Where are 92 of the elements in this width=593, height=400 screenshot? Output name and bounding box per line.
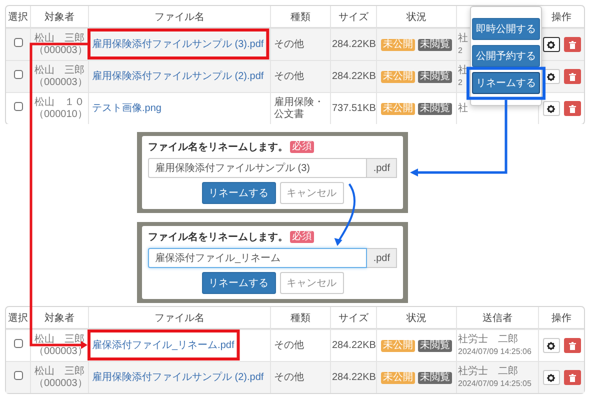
sent-date: 2 xyxy=(458,76,462,88)
column-header: 対象者 xyxy=(44,312,74,324)
rename-button[interactable]: リネームする xyxy=(202,272,276,294)
file-size: 284.22KB xyxy=(332,372,376,382)
status-badge: 未閲覧 xyxy=(418,70,452,82)
menu-button[interactable]: 即時公開する xyxy=(472,18,540,40)
cancel-button[interactable]: キャンセル xyxy=(280,182,344,204)
gear-icon xyxy=(547,40,555,48)
column-header: ファイル名 xyxy=(154,312,204,324)
person-name: （000003） xyxy=(34,76,85,88)
status-badge: 未閲覧 xyxy=(418,102,452,114)
person-name: 松山 三郎 xyxy=(34,64,85,76)
menu-button[interactable]: 公開予約する xyxy=(472,44,540,67)
column-header: 操作 xyxy=(552,12,572,22)
gear-icon xyxy=(547,72,555,80)
rename-button[interactable]: リネームする xyxy=(202,182,276,204)
delete-button[interactable] xyxy=(564,37,580,52)
column-header: 選択 xyxy=(8,312,28,324)
sender-name: 社労士 二郎 xyxy=(458,334,518,346)
extension-label: .pdf xyxy=(367,248,397,268)
gear-icon xyxy=(547,374,555,382)
required-badge: 必須 xyxy=(290,231,314,243)
file-size: 284.22KB xyxy=(332,70,376,82)
gear-icon xyxy=(547,342,555,350)
settings-button[interactable] xyxy=(542,37,560,52)
status-badge: 未閲覧 xyxy=(418,38,452,50)
column-header: 操作 xyxy=(552,312,572,324)
column-header: サイズ xyxy=(338,12,368,22)
file-type: その他 xyxy=(274,372,305,384)
column-header: 種類 xyxy=(290,12,310,22)
filename-field[interactable]: 雇保添付ファイル_リネーム xyxy=(148,248,368,268)
gear-icon xyxy=(547,104,555,112)
sender-name: 社 xyxy=(458,64,468,76)
filename-field[interactable]: 雇用保険添付ファイルサンプル (3) xyxy=(148,158,368,178)
delete-button[interactable] xyxy=(564,101,580,116)
person-name: 松山 三郎 xyxy=(34,366,85,378)
person-name: （000003） xyxy=(34,44,85,56)
file-link[interactable]: 雇保添付ファイル_リネーム.pdf xyxy=(92,340,234,350)
person-name: （000010） xyxy=(34,108,85,120)
required-badge: 必須 xyxy=(290,141,314,153)
status-badge: 未公開 xyxy=(381,340,415,352)
checkbox[interactable] xyxy=(14,38,22,47)
dialog-title: ファイル名をリネームします。 xyxy=(148,230,288,244)
sender-name: 社 xyxy=(458,32,468,44)
sender-name: 社労士 二郎 xyxy=(458,366,518,378)
file-link[interactable]: テスト画像.png xyxy=(92,102,162,114)
file-type: その他 xyxy=(274,70,305,82)
dialog-title: ファイル名をリネームします。 xyxy=(148,140,288,154)
sent-date: 2024/07/09 14:25:06 xyxy=(458,346,532,358)
sent-date: 2 xyxy=(458,44,462,56)
status-badge: 未閲覧 xyxy=(418,372,452,384)
file-size: 284.22KB xyxy=(332,340,376,350)
menu-button[interactable]: リネームする xyxy=(472,72,540,94)
trash-icon xyxy=(568,40,576,48)
column-header: 状況 xyxy=(406,312,426,324)
file-size: 737.51KB xyxy=(332,102,376,114)
column-header: 送信者 xyxy=(482,312,512,324)
sender-name: 社 xyxy=(458,102,468,114)
status-badge: 未公開 xyxy=(381,102,415,114)
status-badge: 未公開 xyxy=(381,372,415,384)
column-header: サイズ xyxy=(338,312,368,324)
checkbox[interactable] xyxy=(14,339,22,348)
delete-button[interactable] xyxy=(564,370,580,385)
sent-date: 2024/07/09 14:25:05 xyxy=(458,378,532,390)
cancel-button[interactable]: キャンセル xyxy=(280,272,344,294)
person-name: （000003） xyxy=(34,346,85,358)
status-badge: 未閲覧 xyxy=(418,340,452,352)
column-header: 選択 xyxy=(8,12,28,22)
column-header: 種類 xyxy=(290,312,310,324)
status-badge: 未公開 xyxy=(381,70,415,82)
person-name: 松山 三郎 xyxy=(34,334,85,346)
file-type: その他 xyxy=(274,38,305,50)
trash-icon xyxy=(568,374,576,382)
column-header: 状況 xyxy=(406,12,426,22)
person-name: 松山 １０ xyxy=(34,96,85,108)
trash-icon xyxy=(568,104,576,112)
file-type: 雇用保険・公文書 xyxy=(274,96,325,120)
column-header: 対象者 xyxy=(44,12,74,22)
person-name: 松山 三郎 xyxy=(34,32,85,44)
person-name: （000003） xyxy=(34,378,85,390)
delete-button[interactable] xyxy=(564,69,580,84)
column-header: ファイル名 xyxy=(154,12,204,22)
checkbox[interactable] xyxy=(14,371,22,380)
trash-icon xyxy=(568,72,576,80)
delete-button[interactable] xyxy=(564,338,580,353)
checkbox[interactable] xyxy=(14,70,22,79)
file-type: その他 xyxy=(274,340,305,352)
extension-label: .pdf xyxy=(367,158,397,178)
file-size: 284.22KB xyxy=(332,38,376,50)
status-badge: 未公開 xyxy=(381,38,415,50)
checkbox[interactable] xyxy=(14,102,22,111)
trash-icon xyxy=(568,342,576,350)
